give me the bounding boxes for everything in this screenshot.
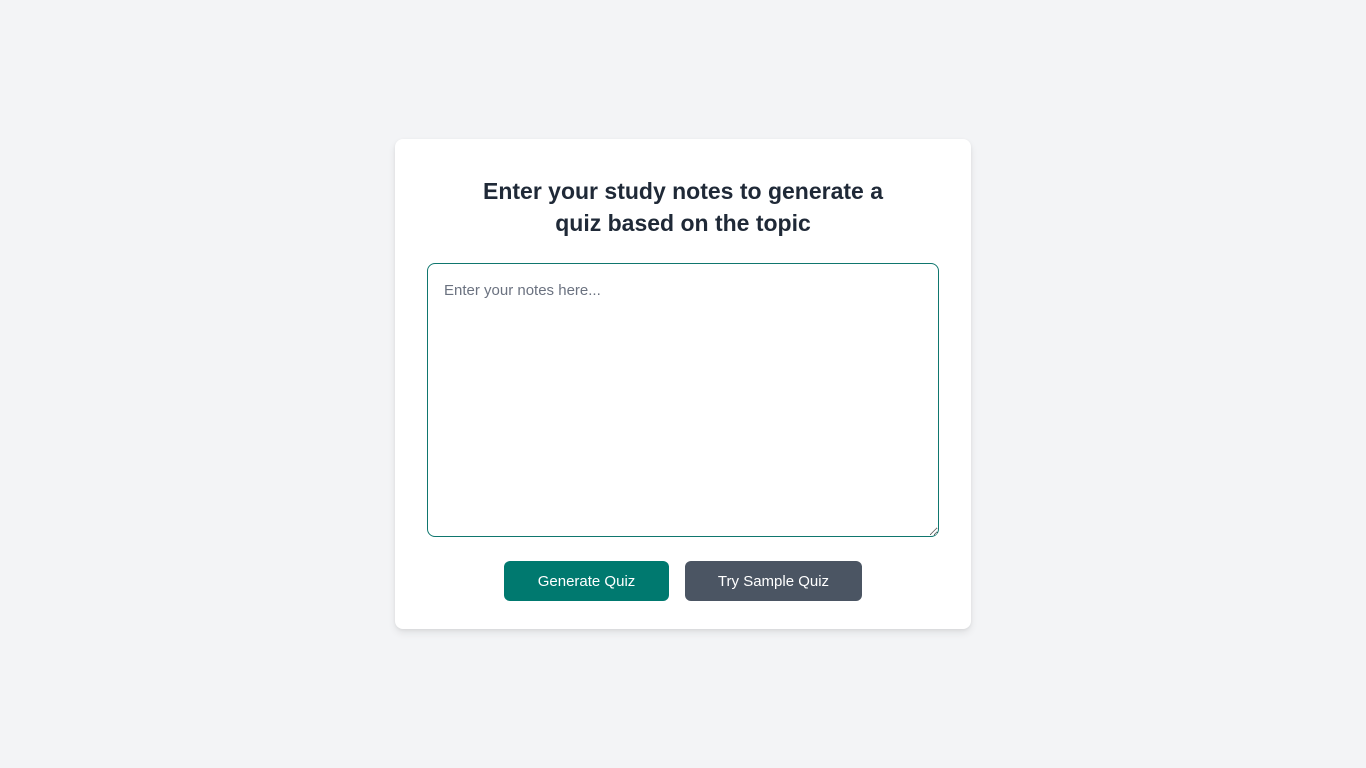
generate-quiz-button[interactable]: Generate Quiz: [504, 561, 669, 601]
action-buttons: Generate Quiz Try Sample Quiz: [427, 561, 939, 601]
quiz-input-card: Enter your study notes to generate a qui…: [395, 139, 971, 629]
try-sample-quiz-button[interactable]: Try Sample Quiz: [685, 561, 862, 601]
notes-input[interactable]: [427, 263, 939, 537]
page-title: Enter your study notes to generate a qui…: [482, 178, 884, 236]
